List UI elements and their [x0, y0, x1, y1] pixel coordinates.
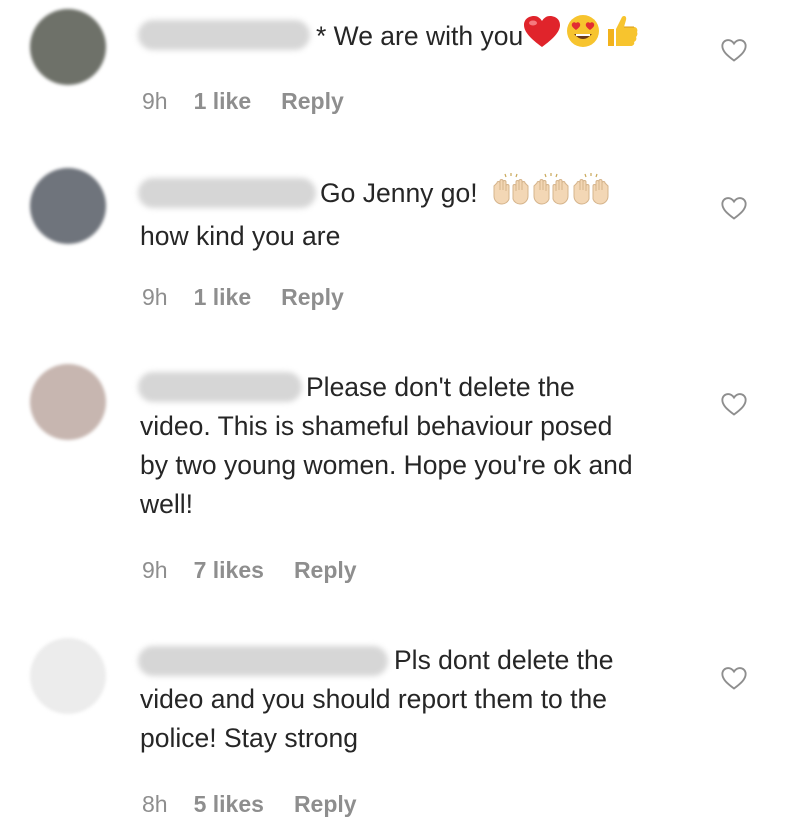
- like-heart-icon[interactable]: [720, 36, 748, 64]
- comment-text: Go Jenny go! how kind you are: [140, 172, 700, 256]
- like-heart-icon[interactable]: [720, 664, 748, 692]
- raising-hands-icon: [491, 172, 531, 217]
- like-heart-icon[interactable]: [720, 390, 748, 418]
- avatar[interactable]: [30, 364, 106, 440]
- red-heart-icon: [523, 15, 561, 60]
- comment-text: Please don't delete the video. This is s…: [140, 372, 633, 519]
- raising-hands-icon: [531, 172, 571, 217]
- reply-button[interactable]: Reply: [281, 284, 344, 310]
- comment-meta: 9h 7 likes Reply: [142, 557, 357, 584]
- comment-time: 8h: [142, 791, 168, 817]
- likes-count[interactable]: 7 likes: [194, 557, 264, 583]
- raising-hands-icon: [571, 172, 611, 217]
- avatar[interactable]: [30, 168, 106, 244]
- likes-count[interactable]: 1 like: [194, 284, 252, 310]
- likes-count[interactable]: 5 likes: [194, 791, 264, 817]
- thumbs-up-icon: [605, 13, 639, 60]
- heart-eyes-face-icon: [565, 13, 601, 60]
- reply-button[interactable]: Reply: [294, 791, 357, 817]
- comment-text: * We are with you: [140, 13, 700, 60]
- avatar[interactable]: [30, 638, 106, 714]
- reply-button[interactable]: Reply: [294, 557, 357, 583]
- comment-meta: 9h 1 like Reply: [142, 88, 344, 115]
- comment-meta: 8h 5 likes Reply: [142, 791, 357, 818]
- comment-time: 9h: [142, 557, 168, 583]
- comment-meta: 9h 1 like Reply: [142, 284, 344, 311]
- reply-button[interactable]: Reply: [281, 88, 344, 114]
- comment-text: Pls dont delete the video and you should…: [140, 645, 614, 753]
- comment-time: 9h: [142, 284, 168, 310]
- like-heart-icon[interactable]: [720, 194, 748, 222]
- comment-time: 9h: [142, 88, 168, 114]
- avatar[interactable]: [30, 9, 106, 85]
- likes-count[interactable]: 1 like: [194, 88, 252, 114]
